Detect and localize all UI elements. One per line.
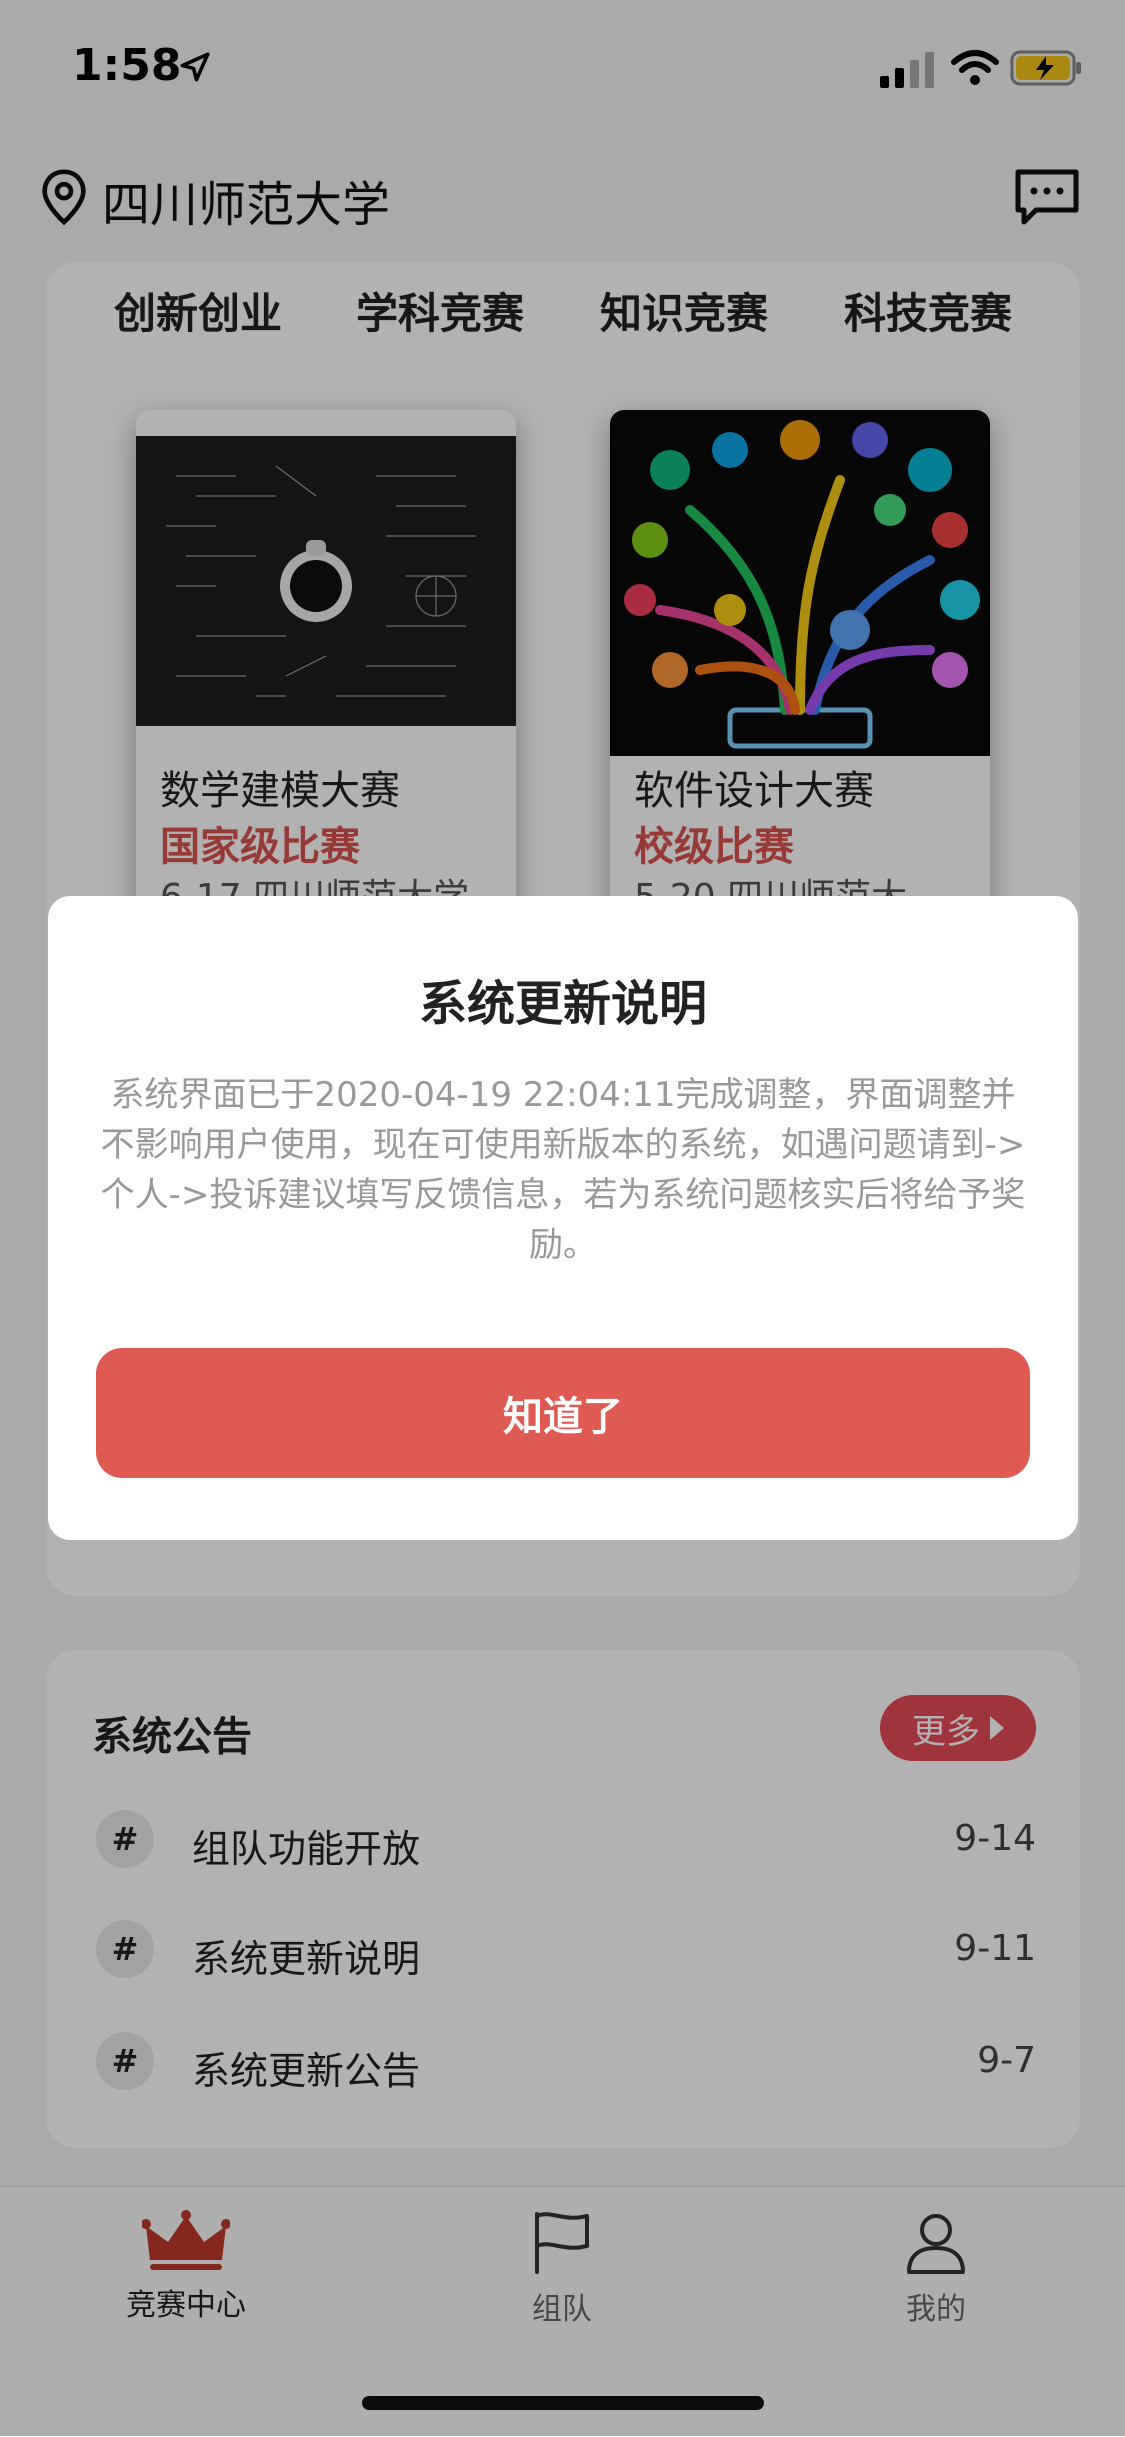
acknowledge-button[interactable]: 知道了 — [96, 1348, 1030, 1478]
update-notice-dialog: 系统更新说明 系统界面已于2020-04-19 22:04:11完成调整，界面调… — [48, 896, 1078, 1540]
dialog-message: 系统界面已于2020-04-19 22:04:11完成调整，界面调整并不影响用户… — [100, 1075, 1026, 1265]
dialog-title: 系统更新说明 — [418, 976, 707, 1032]
